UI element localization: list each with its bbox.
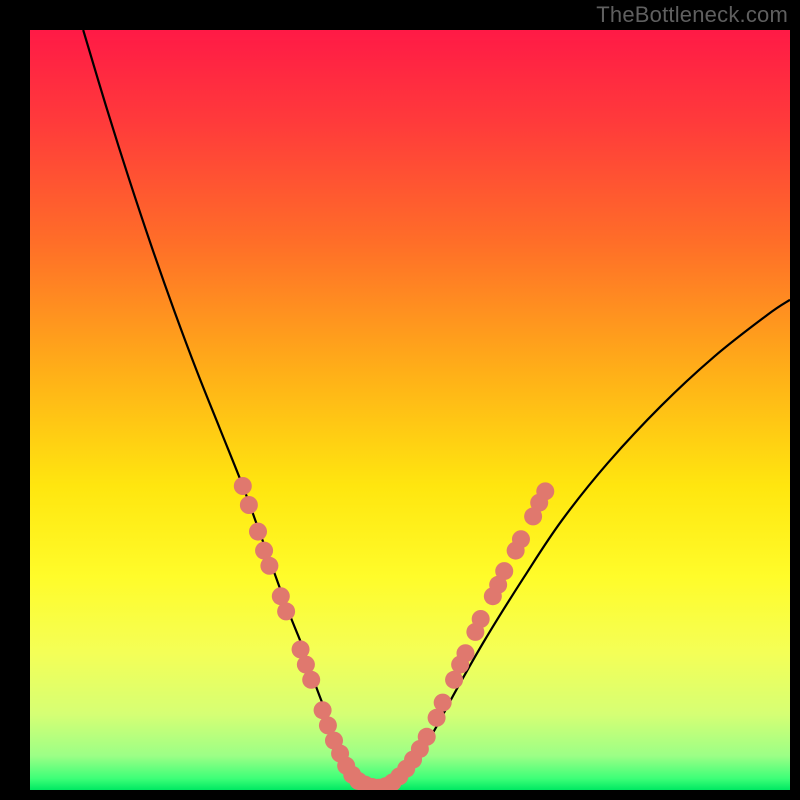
data-dot: [240, 496, 258, 514]
data-dot: [277, 602, 295, 620]
data-dot: [234, 477, 252, 495]
data-dot: [249, 523, 267, 541]
data-dot: [418, 728, 436, 746]
plot-area: [30, 30, 790, 790]
data-dot: [260, 557, 278, 575]
watermark-text: TheBottleneck.com: [596, 2, 788, 28]
data-dot: [434, 694, 452, 712]
chart-frame: TheBottleneck.com: [0, 0, 800, 800]
data-dot: [456, 644, 474, 662]
data-dot: [302, 671, 320, 689]
chart-svg: [30, 30, 790, 790]
gradient-background: [30, 30, 790, 790]
data-dot: [512, 530, 530, 548]
data-dot: [495, 562, 513, 580]
data-dot: [536, 482, 554, 500]
data-dot: [472, 610, 490, 628]
